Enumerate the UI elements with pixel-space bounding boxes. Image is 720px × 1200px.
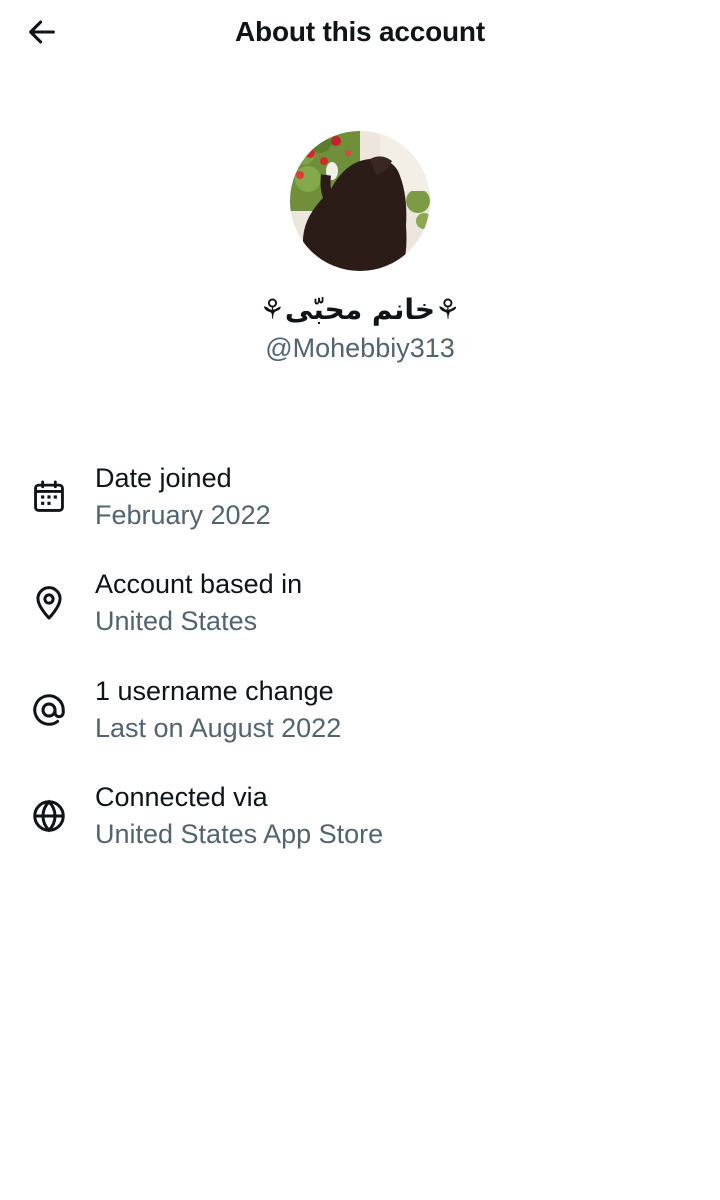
info-label: 1 username change [95,676,334,706]
info-value: United States App Store [95,819,384,849]
top-bar: About this account [0,0,720,64]
info-label: Account based in [95,569,303,599]
at-sign-icon [33,694,65,726]
username-handle: @Mohebbiy313 [265,333,455,363]
info-label: Connected via [95,782,268,812]
info-item-connected-via: Connected via United States App Store [0,771,720,851]
info-label: Date joined [95,463,232,493]
page-title: About this account [235,16,485,47]
info-value: February 2022 [95,500,271,530]
avatar[interactable] [290,131,430,271]
globe-icon [33,799,65,833]
display-name: ⚘خانم محبّی⚘ [259,293,461,326]
info-item-date-joined: Date joined February 2022 [0,452,720,532]
info-value: United States [95,606,258,636]
info-value: Last on August 2022 [95,713,342,743]
info-item-account-based-in: Account based in United States [0,558,720,638]
location-pin-icon [36,586,62,620]
calendar-icon [34,480,64,512]
info-item-username-change: 1 username change Last on August 2022 [0,665,720,745]
avatar-image [290,131,430,271]
